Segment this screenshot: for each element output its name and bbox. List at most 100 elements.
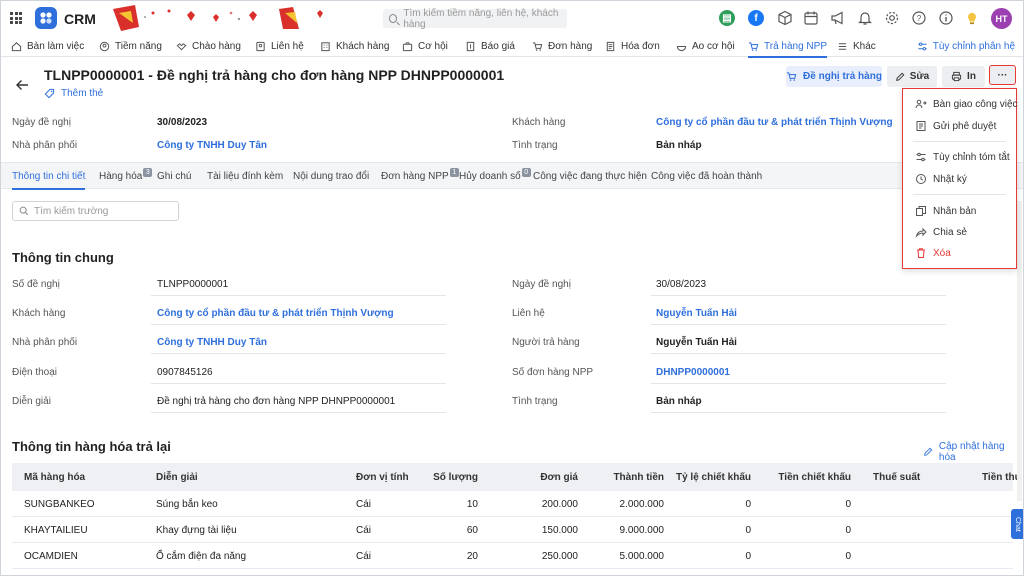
- nav-item-quotes[interactable]: Báo giá: [465, 35, 515, 57]
- tab-goods[interactable]: Hàng hóa 3: [99, 163, 153, 189]
- menu-item-send-approval[interactable]: Gửi phê duyệt: [915, 118, 996, 134]
- back-arrow-icon[interactable]: [15, 78, 29, 92]
- calendar-icon[interactable]: [803, 10, 819, 28]
- cell-description: Khay đựng tài liệu: [156, 525, 237, 536]
- customize-modules-link[interactable]: Tùy chỉnh phân hệ: [917, 35, 1015, 57]
- column-header: Thành tiền: [613, 472, 664, 483]
- distributor-order-link[interactable]: DHNPP0000001: [656, 367, 730, 378]
- megaphone-icon[interactable]: [830, 10, 846, 28]
- nav-item-more[interactable]: Khác: [837, 35, 876, 57]
- nav-label: Hóa đơn: [621, 40, 660, 52]
- nav-item-invoices[interactable]: Hóa đơn: [605, 35, 660, 57]
- column-header: Số lượng: [433, 472, 478, 483]
- general-info-title: Thông tin chung: [12, 250, 114, 265]
- table-row[interactable]: SUNGBANKEO Súng bắn keo Cái 10 200.000 2…: [12, 491, 1013, 517]
- tab-discussion[interactable]: Nội dung trao đổi: [293, 163, 369, 189]
- tab-tasks-done[interactable]: Công việc đã hoàn thành: [651, 163, 762, 189]
- column-header: Tiền thu: [982, 472, 1021, 483]
- menu-item-label: Xóa: [933, 247, 951, 259]
- nav-item-offers[interactable]: Chào hàng: [176, 35, 241, 57]
- bell-icon[interactable]: [857, 10, 873, 28]
- nav-item-contacts[interactable]: Liên hệ: [255, 35, 304, 57]
- menu-divider: [913, 141, 1006, 142]
- tab-tasks-in-progress[interactable]: Công việc đang thực hiện: [533, 163, 647, 189]
- tab-label: Thông tin chi tiết: [12, 170, 86, 182]
- nav-item-orders[interactable]: Đơn hàng: [532, 35, 592, 57]
- menu-item-log[interactable]: Nhật ký: [915, 171, 967, 187]
- cell-discount-rate: 0: [745, 551, 751, 562]
- nav-item-customers[interactable]: Khách hàng: [320, 35, 389, 57]
- cell-code: SUNGBANKEO: [24, 499, 95, 510]
- cell-unit: Cái: [356, 499, 372, 510]
- field-value: Đề nghị trả hàng cho đơn hàng NPP DHNPP0…: [157, 396, 396, 407]
- field-label: Người trả hàng: [512, 337, 580, 348]
- tab-distributor-orders[interactable]: Đơn hàng NPP 1: [381, 163, 459, 189]
- header-distributor-link[interactable]: Công ty TNHH Duy Tân: [157, 140, 267, 151]
- menu-item-duplicate[interactable]: Nhân bản: [915, 203, 976, 219]
- menu-item-handover-tasks[interactable]: Bàn giao công việc: [915, 96, 1018, 112]
- nav-item-opportunities[interactable]: Cơ hội: [402, 35, 448, 57]
- customer-link[interactable]: Công ty cổ phần đầu tư & phát triển Thịn…: [157, 308, 394, 319]
- cart-icon: [786, 72, 797, 81]
- facebook-icon[interactable]: f: [748, 10, 764, 28]
- chat-tab-button[interactable]: Chat: [1011, 509, 1023, 539]
- global-search-input[interactable]: Tìm kiếm tiềm năng, liên hệ, khách hàng: [383, 8, 567, 30]
- tab-badge: 3: [143, 167, 153, 177]
- field-search-placeholder: Tìm kiếm trường: [34, 205, 109, 217]
- menu-item-delete[interactable]: Xóa: [915, 245, 951, 261]
- nav-label: Tiềm năng: [115, 40, 162, 52]
- cell-discount-amount: 0: [845, 525, 851, 536]
- menu-item-label: Nhân bản: [933, 205, 977, 217]
- package-icon[interactable]: [777, 10, 793, 28]
- gear-icon[interactable]: [884, 10, 900, 28]
- field-search-input[interactable]: Tìm kiếm trường: [12, 201, 179, 221]
- header-customer-link[interactable]: Công ty cổ phần đầu tư & phát triển Thịn…: [656, 117, 893, 128]
- tab-cancel-sales[interactable]: Hủy doanh số 0: [459, 163, 531, 189]
- nav-item-leads[interactable]: Tiềm năng: [99, 35, 162, 57]
- column-header: Mã hàng hóa: [24, 472, 86, 483]
- vertical-scrollbar[interactable]: [1017, 201, 1022, 501]
- field-value: TLNPP0000001: [157, 279, 229, 290]
- update-goods-link[interactable]: Cập nhật hàng hóa: [923, 441, 1023, 463]
- user-avatar[interactable]: HT: [991, 8, 1012, 29]
- field-value: 0907845126: [157, 367, 213, 378]
- add-tag-link[interactable]: Thêm thẻ: [44, 88, 103, 99]
- nav-item-opportunity-pond[interactable]: Ao cơ hội: [676, 35, 735, 57]
- tab-notes[interactable]: Ghi chú: [157, 163, 191, 189]
- book-app-icon[interactable]: ▤: [719, 10, 735, 28]
- print-label: In: [967, 71, 976, 82]
- search-icon: [19, 206, 29, 216]
- pencil-icon: [895, 72, 905, 81]
- contact-link[interactable]: Nguyễn Tuấn Hải: [656, 308, 737, 319]
- cell-price: 150.000: [541, 525, 578, 536]
- nav-item-distributor-returns[interactable]: Trả hàng NPP: [748, 35, 827, 58]
- header-status-value: Bản nháp: [656, 140, 702, 151]
- table-row[interactable]: OCAMDIEN Ổ cắm điện đa năng Cái 20 250.0…: [12, 543, 1013, 569]
- column-header: Tiền chiết khấu: [778, 472, 851, 483]
- apps-grid-icon[interactable]: [10, 12, 22, 24]
- cell-code: OCAMDIEN: [24, 551, 78, 562]
- cell-quantity: 20: [466, 551, 478, 562]
- help-icon[interactable]: ?: [911, 10, 927, 28]
- tab-attachments[interactable]: Tài liệu đính kèm: [207, 163, 283, 189]
- nav-item-desk[interactable]: Bàn làm việc: [11, 35, 84, 57]
- edit-button[interactable]: Sửa: [887, 66, 937, 87]
- menu-item-customize-summary[interactable]: Tùy chỉnh tóm tắt: [915, 149, 1010, 165]
- more-actions-button[interactable]: ···: [989, 65, 1016, 85]
- lightbulb-icon[interactable]: [964, 10, 980, 28]
- history-icon: [916, 174, 926, 184]
- user-circle-icon: [99, 41, 110, 51]
- info-icon[interactable]: [938, 10, 954, 28]
- tab-label: Tài liệu đính kèm: [207, 170, 284, 182]
- print-button[interactable]: In: [942, 66, 985, 87]
- table-row[interactable]: KHAYTAILIEU Khay đựng tài liệu Cái 60 15…: [12, 517, 1013, 543]
- cell-description: Súng bắn keo: [156, 499, 218, 510]
- record-tabs: Thông tin chi tiết Hàng hóa 3 Ghi chú Tài…: [1, 162, 1023, 190]
- distributor-link[interactable]: Công ty TNHH Duy Tân: [157, 337, 267, 348]
- document-check-icon: [916, 121, 926, 131]
- home-icon: [11, 41, 22, 51]
- menu-item-share[interactable]: Chia sẻ: [915, 224, 967, 240]
- propose-return-button[interactable]: Đề nghị trả hàng: [786, 66, 882, 87]
- nav-label: Khác: [853, 40, 876, 52]
- tab-details[interactable]: Thông tin chi tiết: [12, 163, 86, 190]
